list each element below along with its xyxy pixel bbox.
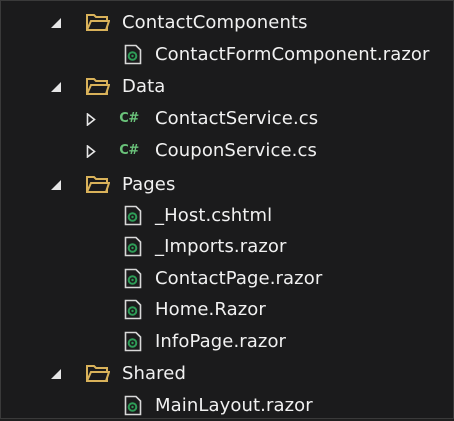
tree-row-data[interactable]: Data [1,71,454,102]
tree-item-label: MainLayout.razor [155,395,313,416]
tree-item-label: Pages [122,174,176,195]
tree-item-label: InfoPage.razor [155,331,287,352]
folder-open-icon [86,12,110,32]
tree-item-label: ContactFormComponent.razor [155,44,430,65]
tree-row-contactservice[interactable]: C# ContactService.cs [1,103,454,134]
tree-item-label: Shared [122,363,186,384]
tree-row-host[interactable]: _Host.cshtml [1,200,454,231]
razor-file-icon [121,331,145,351]
tree-row-imports[interactable]: _Imports.razor [1,231,454,262]
tree-item-label: Home.Razor [155,299,266,320]
tree-item-label: Data [122,76,166,97]
expanded-arrow-icon[interactable] [49,16,63,30]
razor-file-icon [121,236,145,256]
collapsed-arrow-icon[interactable] [84,144,98,158]
razor-file-icon [121,205,145,225]
csharp-file-icon: C# [119,110,139,126]
tree-row-contactcomponents[interactable]: ContactComponents [1,7,454,38]
tree-row-shared[interactable]: Shared [1,358,454,389]
folder-open-icon [86,76,110,96]
tree-item-label: CouponService.cs [155,140,317,161]
tree-row-contactpage[interactable]: ContactPage.razor [1,263,454,294]
tree-item-label: _Host.cshtml [155,205,273,226]
tree-row-infopage[interactable]: InfoPage.razor [1,326,454,357]
razor-file-icon [121,44,145,64]
razor-file-icon [121,299,145,319]
tree-item-label: ContactService.cs [155,108,319,129]
tree-item-label: ContactComponents [122,12,308,33]
expanded-arrow-icon[interactable] [49,80,63,94]
solution-explorer: ContactComponents ContactFormComponent.r… [0,0,454,419]
razor-file-icon [121,395,145,415]
csharp-file-icon: C# [119,142,139,158]
tree-row-contactformcomponent[interactable]: ContactFormComponent.razor [1,39,454,70]
tree-item-label: _Imports.razor [155,236,287,257]
razor-file-icon [121,268,145,288]
folder-open-icon [86,363,110,383]
tree-row-home[interactable]: Home.Razor [1,294,454,325]
tree-item-label: ContactPage.razor [155,268,323,289]
tree-row-mainlayout[interactable]: MainLayout.razor [1,390,454,421]
tree-row-pages[interactable]: Pages [1,169,454,200]
expanded-arrow-icon[interactable] [49,178,63,192]
expanded-arrow-icon[interactable] [49,367,63,381]
collapsed-arrow-icon[interactable] [84,112,98,126]
folder-open-icon [86,174,110,194]
tree-row-couponservice[interactable]: C# CouponService.cs [1,135,454,166]
